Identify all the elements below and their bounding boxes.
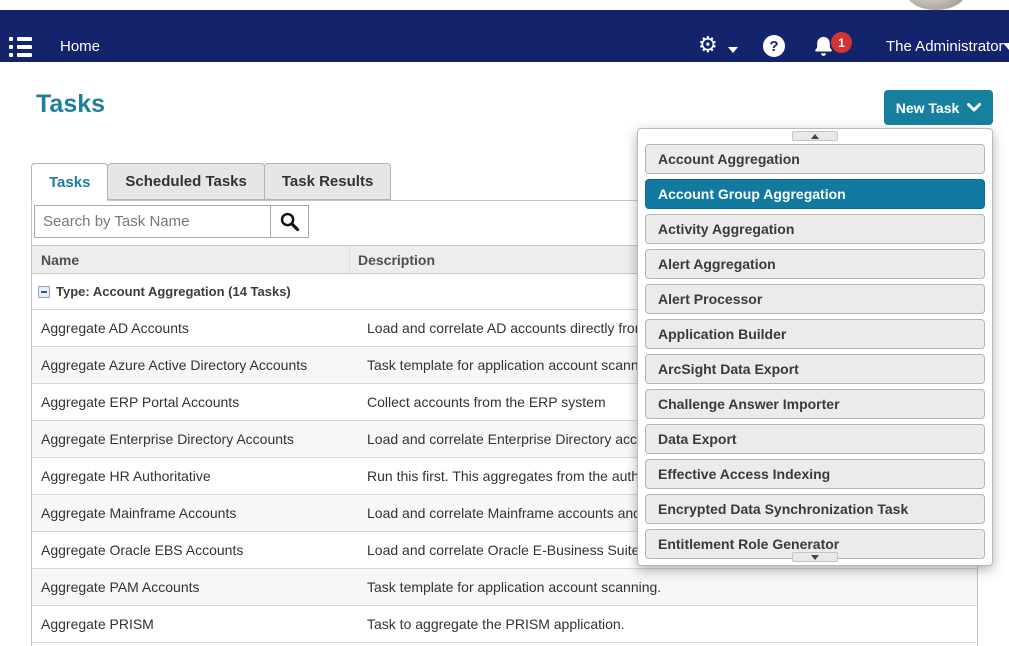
search-button[interactable] (271, 205, 309, 238)
task-name: Aggregate Enterprise Directory Accounts (32, 431, 358, 447)
cursor-artifact (906, 0, 966, 10)
settings-gear-icon[interactable]: ⚙ (698, 32, 718, 58)
collapse-minus-icon[interactable] (38, 286, 50, 298)
column-header-name[interactable]: Name (32, 252, 349, 268)
dropdown-item[interactable]: Alert Aggregation (645, 249, 985, 279)
task-name: Aggregate HR Authoritative (32, 468, 358, 484)
tab-scheduled-tasks[interactable]: Scheduled Tasks (107, 163, 264, 200)
task-description: Task to aggregate the PRISM application. (358, 616, 977, 632)
dropdown-item[interactable]: Application Builder (645, 319, 985, 349)
settings-caret-icon[interactable] (728, 47, 738, 53)
search-row (34, 205, 309, 238)
tab-bar: Tasks Scheduled Tasks Task Results (31, 163, 390, 201)
dropdown-item[interactable]: Activity Aggregation (645, 214, 985, 244)
new-task-dropdown: Account Aggregation Account Group Aggreg… (637, 128, 993, 566)
triangle-down-icon (811, 555, 819, 560)
task-name: Aggregate Mainframe Accounts (32, 505, 358, 521)
scroll-up-button[interactable] (792, 131, 838, 141)
nav-home-link[interactable]: Home (60, 38, 100, 55)
table-row[interactable]: Aggregate PRISM Task to aggregate the PR… (32, 606, 977, 643)
menu-icon[interactable] (9, 37, 33, 57)
dropdown-item[interactable]: Alert Processor (645, 284, 985, 314)
new-task-label: New Task (896, 100, 960, 116)
table-row[interactable]: Aggregate PAM Accounts Task template for… (32, 569, 977, 606)
tab-tasks[interactable]: Tasks (31, 163, 108, 201)
task-description: Task template for application account sc… (358, 579, 977, 595)
dropdown-item[interactable]: Effective Access Indexing (645, 459, 985, 489)
dropdown-item[interactable]: Encrypted Data Synchronization Task (645, 494, 985, 524)
dropdown-item[interactable]: ArcSight Data Export (645, 354, 985, 384)
task-name: Aggregate PAM Accounts (32, 579, 358, 595)
column-header-description[interactable]: Description (350, 252, 435, 268)
dropdown-item-list: Account Aggregation Account Group Aggreg… (645, 144, 985, 559)
magnifier-icon (279, 211, 300, 232)
user-caret-icon[interactable] (1003, 43, 1009, 50)
dropdown-item-selected[interactable]: Account Group Aggregation (645, 179, 985, 209)
chevron-down-icon (967, 103, 981, 112)
help-icon[interactable]: ? (763, 35, 785, 57)
top-navbar: Home ⚙ ? 1 The Administrator (0, 10, 1009, 62)
tab-task-results[interactable]: Task Results (264, 163, 391, 200)
task-name: Aggregate PRISM (32, 616, 358, 632)
search-input[interactable] (34, 205, 271, 238)
triangle-up-icon (811, 134, 819, 139)
task-name: Aggregate AD Accounts (32, 320, 358, 336)
new-task-button[interactable]: New Task (884, 90, 993, 125)
task-name: Aggregate Oracle EBS Accounts (32, 542, 358, 558)
group-header-label: Type: Account Aggregation (14 Tasks) (56, 284, 291, 299)
task-name: Aggregate Azure Active Directory Account… (32, 357, 358, 373)
notification-count-badge: 1 (831, 32, 852, 53)
dropdown-item[interactable]: Challenge Answer Importer (645, 389, 985, 419)
page-title: Tasks (36, 90, 105, 119)
user-menu[interactable]: The Administrator (886, 38, 1004, 55)
dropdown-item[interactable]: Account Aggregation (645, 144, 985, 174)
task-name: Aggregate ERP Portal Accounts (32, 394, 358, 410)
scroll-down-button[interactable] (792, 552, 838, 562)
dropdown-item[interactable]: Data Export (645, 424, 985, 454)
